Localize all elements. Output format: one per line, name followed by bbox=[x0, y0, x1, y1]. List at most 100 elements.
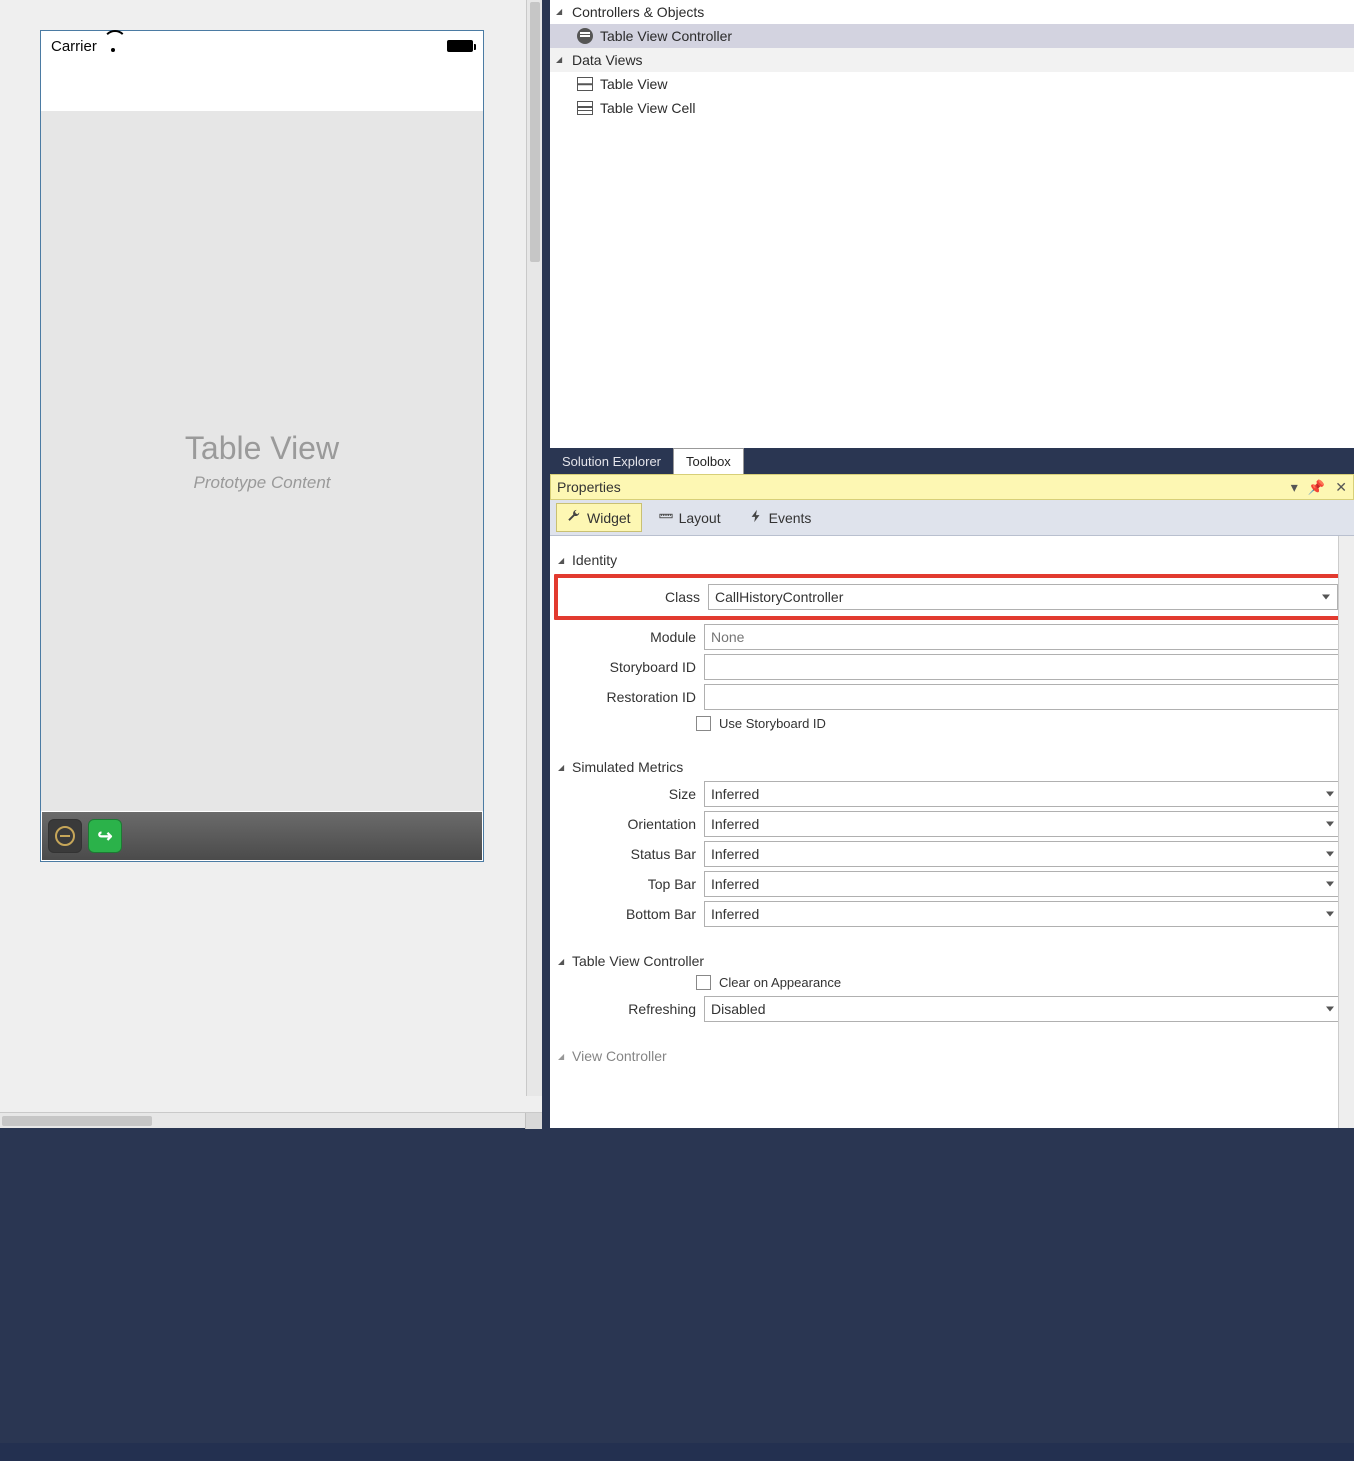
document-outline: Controllers & Objects Table View Control… bbox=[550, 0, 1354, 448]
designer-canvas-pane: Carrier Table View Prototype Content ↪ bbox=[0, 0, 542, 1128]
tableview-subtitle: Prototype Content bbox=[193, 473, 330, 493]
properties-body[interactable]: Identity Class Module Storyboard ID bbox=[550, 536, 1354, 1128]
field-use-storyboard-id[interactable]: Use Storyboard ID bbox=[558, 716, 1342, 731]
class-field-highlight: Class bbox=[554, 574, 1346, 620]
tab-label: Layout bbox=[679, 510, 721, 526]
class-label: Class bbox=[580, 589, 700, 605]
bolt-icon bbox=[749, 509, 763, 526]
field-restoration-id: Restoration ID bbox=[558, 684, 1342, 710]
outline-item-tableview[interactable]: Table View bbox=[550, 72, 1354, 96]
outline-group-label: Data Views bbox=[572, 52, 643, 68]
bottombar-label: Bottom Bar bbox=[576, 906, 696, 922]
tab-solution-explorer[interactable]: Solution Explorer bbox=[550, 449, 673, 474]
outline-item-label: Table View Cell bbox=[600, 100, 695, 116]
section-label: Simulated Metrics bbox=[572, 759, 683, 775]
refreshing-select[interactable] bbox=[704, 996, 1342, 1022]
properties-panel: Properties ▾ 📌 ✕ Widget bbox=[550, 474, 1354, 1128]
module-input[interactable] bbox=[704, 624, 1342, 650]
designer-horizontal-scrollbar[interactable]: ▶ bbox=[0, 1112, 542, 1128]
size-select[interactable] bbox=[704, 781, 1342, 807]
outline-group-dataviews[interactable]: Data Views bbox=[550, 48, 1354, 72]
outline-item-label: Table View Controller bbox=[600, 28, 732, 44]
properties-title: Properties bbox=[557, 479, 621, 495]
tab-layout[interactable]: Layout bbox=[648, 503, 732, 532]
exit-icon: ↪ bbox=[97, 826, 112, 847]
panel-tab-strip: Solution Explorer Toolbox bbox=[550, 448, 1354, 474]
checkbox-icon[interactable] bbox=[696, 716, 711, 731]
wifi-icon bbox=[105, 40, 121, 52]
window-options-icon[interactable]: ▾ bbox=[1291, 479, 1298, 496]
section-view-controller[interactable]: View Controller bbox=[558, 1048, 1342, 1064]
section-table-view-controller[interactable]: Table View Controller bbox=[558, 953, 1342, 969]
field-class: Class bbox=[562, 584, 1338, 610]
topbar-label: Top Bar bbox=[576, 876, 696, 892]
clear-on-appearance-label: Clear on Appearance bbox=[719, 975, 841, 990]
phone-status-bar: Carrier bbox=[41, 31, 483, 61]
pane-splitter[interactable] bbox=[542, 0, 550, 1128]
table-icon bbox=[576, 75, 594, 93]
designer-scroll-area[interactable]: Carrier Table View Prototype Content ↪ bbox=[0, 0, 542, 1112]
storyboard-id-input[interactable] bbox=[704, 654, 1342, 680]
field-refreshing: Refreshing bbox=[558, 996, 1342, 1022]
use-storyboard-label: Use Storyboard ID bbox=[719, 716, 826, 731]
phone-frame[interactable]: Carrier Table View Prototype Content ↪ bbox=[40, 30, 484, 862]
storyboard-id-label: Storyboard ID bbox=[576, 659, 696, 675]
size-label: Size bbox=[576, 786, 696, 802]
bottombar-select[interactable] bbox=[704, 901, 1342, 927]
outline-item-tableviewcell[interactable]: Table View Cell bbox=[550, 96, 1354, 120]
restoration-id-label: Restoration ID bbox=[576, 689, 696, 705]
window-bottom-strip bbox=[0, 1443, 1354, 1461]
class-combo[interactable] bbox=[708, 584, 1338, 610]
cell-icon bbox=[576, 99, 594, 117]
tableview-placeholder[interactable]: Table View Prototype Content bbox=[41, 111, 483, 811]
orientation-label: Orientation bbox=[576, 816, 696, 832]
phone-nav-bar[interactable] bbox=[41, 61, 483, 111]
orientation-select[interactable] bbox=[704, 811, 1342, 837]
section-label: Table View Controller bbox=[572, 953, 704, 969]
statusbar-select[interactable] bbox=[704, 841, 1342, 867]
field-storyboard-id: Storyboard ID bbox=[558, 654, 1342, 680]
field-bottombar: Bottom Bar bbox=[558, 901, 1342, 927]
bottombar-value[interactable] bbox=[704, 901, 1342, 927]
outline-item-label: Table View bbox=[600, 76, 667, 92]
statusbar-value[interactable] bbox=[704, 841, 1342, 867]
tab-label: Events bbox=[769, 510, 812, 526]
properties-tab-strip: Widget Layout Events bbox=[550, 500, 1354, 536]
tab-toolbox[interactable]: Toolbox bbox=[673, 448, 744, 474]
section-identity[interactable]: Identity bbox=[558, 552, 1342, 568]
carrier-label: Carrier bbox=[51, 38, 97, 55]
topbar-value[interactable] bbox=[704, 871, 1342, 897]
checkbox-icon[interactable] bbox=[696, 975, 711, 990]
controller-icon bbox=[55, 826, 75, 846]
outline-item-tableview-controller[interactable]: Table View Controller bbox=[550, 24, 1354, 48]
close-icon[interactable]: ✕ bbox=[1335, 479, 1347, 496]
dock-controller-button[interactable] bbox=[48, 819, 82, 853]
statusbar-label: Status Bar bbox=[576, 846, 696, 862]
tab-widget[interactable]: Widget bbox=[556, 503, 642, 532]
battery-icon bbox=[447, 40, 473, 52]
topbar-select[interactable] bbox=[704, 871, 1342, 897]
refreshing-label: Refreshing bbox=[576, 1001, 696, 1017]
outline-group-label: Controllers & Objects bbox=[572, 4, 704, 20]
section-label: Identity bbox=[572, 552, 617, 568]
orientation-value[interactable] bbox=[704, 811, 1342, 837]
controller-icon bbox=[576, 27, 594, 45]
dock-exit-button[interactable]: ↪ bbox=[88, 819, 122, 853]
refreshing-value[interactable] bbox=[704, 996, 1342, 1022]
size-value[interactable] bbox=[704, 781, 1342, 807]
class-input[interactable] bbox=[708, 584, 1338, 610]
outline-group-controllers[interactable]: Controllers & Objects bbox=[550, 0, 1354, 24]
field-clear-on-appearance[interactable]: Clear on Appearance bbox=[558, 975, 1342, 990]
section-simulated-metrics[interactable]: Simulated Metrics bbox=[558, 759, 1342, 775]
wrench-icon bbox=[567, 509, 581, 526]
restoration-id-input[interactable] bbox=[704, 684, 1342, 710]
module-label: Module bbox=[576, 629, 696, 645]
properties-title-bar: Properties ▾ 📌 ✕ bbox=[550, 474, 1354, 500]
field-orientation: Orientation bbox=[558, 811, 1342, 837]
properties-vertical-scrollbar[interactable] bbox=[1338, 536, 1354, 1128]
ruler-icon bbox=[659, 509, 673, 526]
pin-icon[interactable]: 📌 bbox=[1308, 479, 1325, 496]
scene-dock: ↪ bbox=[42, 812, 482, 860]
tab-events[interactable]: Events bbox=[738, 503, 823, 532]
designer-vertical-scrollbar[interactable] bbox=[526, 0, 542, 1096]
